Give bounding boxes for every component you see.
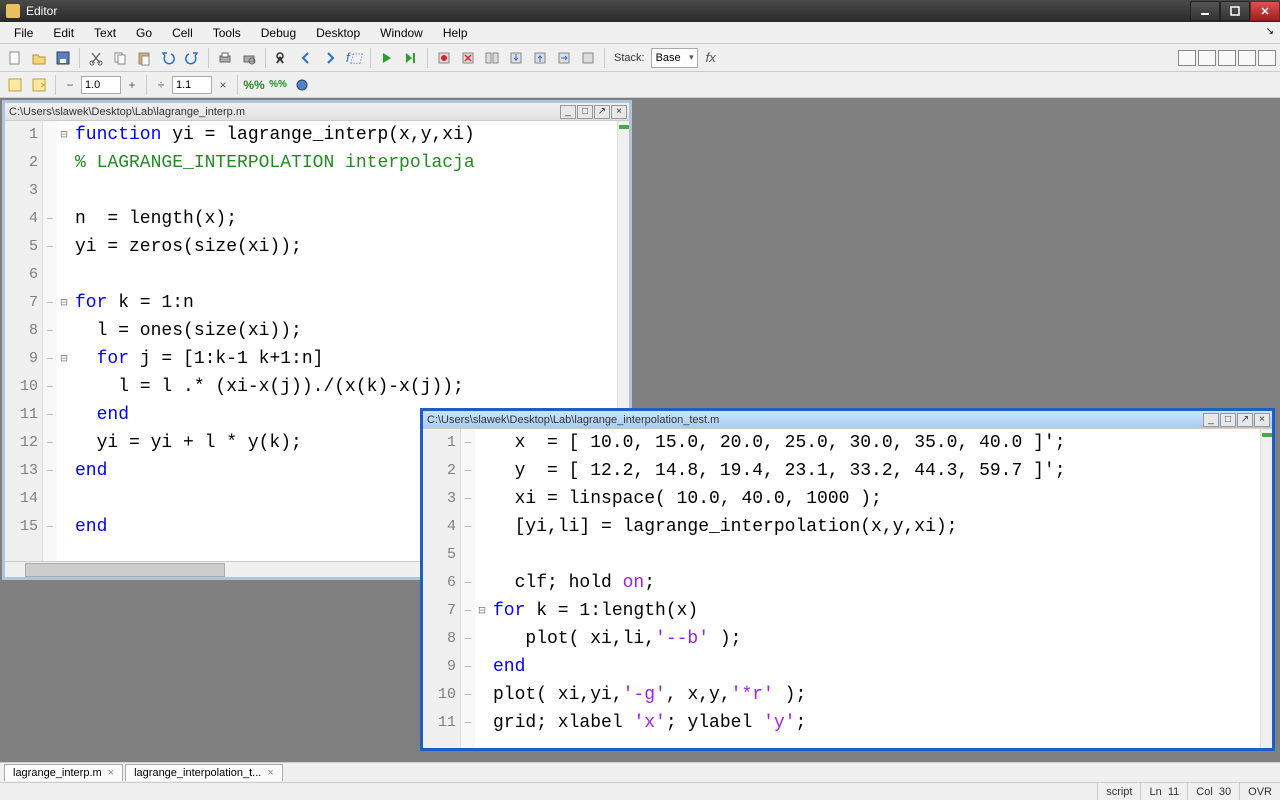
copy-icon[interactable] [109, 47, 131, 69]
menu-more-icon[interactable]: ↘ [1266, 26, 1274, 37]
status-col: Col 30 [1187, 783, 1239, 800]
continue-icon[interactable] [553, 47, 575, 69]
eval-advance-icon[interactable] [28, 74, 50, 96]
stack-label: Stack: [614, 52, 645, 64]
save-icon[interactable] [52, 47, 74, 69]
tab-1[interactable]: lagrange_interp.m× [4, 764, 123, 781]
status-line: Ln 11 [1140, 783, 1187, 800]
editor-1-titlebar[interactable]: C:\Users\slawek\Desktop\Lab\lagrange_int… [5, 103, 629, 121]
menu-debug[interactable]: Debug [251, 23, 306, 43]
run-advance-icon[interactable] [400, 47, 422, 69]
menu-help[interactable]: Help [433, 23, 478, 43]
main-toolbar: f⬚ Stack: Base fx [0, 44, 1280, 72]
menu-file[interactable]: File [4, 23, 43, 43]
menu-window[interactable]: Window [370, 23, 433, 43]
step-out-icon[interactable] [529, 47, 551, 69]
function-icon[interactable]: f⬚ [343, 47, 365, 69]
editor-window-2[interactable]: C:\Users\slawek\Desktop\Lab\lagrange_int… [420, 408, 1275, 751]
layout-2-icon[interactable] [1198, 50, 1216, 66]
mdi-area: C:\Users\slawek\Desktop\Lab\lagrange_int… [0, 98, 1280, 778]
find-icon[interactable] [271, 47, 293, 69]
multiply-icon[interactable]: × [214, 76, 232, 94]
open-file-icon[interactable] [28, 47, 50, 69]
child1-undock-icon[interactable]: ↗ [594, 105, 610, 119]
clear-breakpoint-icon[interactable] [457, 47, 479, 69]
cell-insert-icon[interactable]: %% [243, 74, 265, 96]
window-title: Editor [26, 4, 1190, 18]
layout-5-icon[interactable] [1258, 50, 1276, 66]
step-in-icon[interactable] [505, 47, 527, 69]
status-type: script [1097, 783, 1140, 800]
paste-icon[interactable] [133, 47, 155, 69]
menu-text[interactable]: Text [84, 23, 126, 43]
child1-close-icon[interactable]: × [611, 105, 627, 119]
layout-4-icon[interactable] [1238, 50, 1256, 66]
cell-insert2-icon[interactable]: %% [267, 74, 289, 96]
cell-toolbar: − + ÷ × %% %% [0, 72, 1280, 98]
increment-value-2[interactable] [172, 76, 212, 94]
new-file-icon[interactable] [4, 47, 26, 69]
layout-1-icon[interactable] [1178, 50, 1196, 66]
back-icon[interactable] [295, 47, 317, 69]
minimize-button[interactable] [1190, 1, 1220, 21]
fx-icon[interactable]: fx [706, 50, 716, 65]
menu-cell[interactable]: Cell [162, 23, 203, 43]
divide-icon[interactable]: ÷ [152, 76, 170, 94]
title-bar: Editor [0, 0, 1280, 22]
increment-value-1[interactable] [81, 76, 121, 94]
decrement-icon[interactable]: − [61, 76, 79, 94]
child1-max-icon[interactable]: □ [577, 105, 593, 119]
child2-undock-icon[interactable]: ↗ [1237, 413, 1253, 427]
editor-2-body[interactable]: 1234567891011 –––––––––– ⊟ x = [ 10.0, 1… [423, 429, 1272, 748]
print-preview-icon[interactable] [238, 47, 260, 69]
run-icon[interactable] [376, 47, 398, 69]
step-icon[interactable] [481, 47, 503, 69]
app-icon [6, 4, 20, 18]
child1-min-icon[interactable]: _ [560, 105, 576, 119]
tab-1-close-icon[interactable]: × [108, 767, 114, 779]
forward-icon[interactable] [319, 47, 341, 69]
tab-2-close-icon[interactable]: × [267, 767, 273, 779]
exit-debug-icon[interactable] [577, 47, 599, 69]
print-icon[interactable] [214, 47, 236, 69]
show-functions-icon[interactable] [291, 74, 313, 96]
redo-icon[interactable] [181, 47, 203, 69]
child2-max-icon[interactable]: □ [1220, 413, 1236, 427]
increment-icon[interactable]: + [123, 76, 141, 94]
layout-3-icon[interactable] [1218, 50, 1236, 66]
menu-go[interactable]: Go [126, 23, 162, 43]
cut-icon[interactable] [85, 47, 107, 69]
document-tabs: lagrange_interp.m× lagrange_interpolatio… [0, 762, 1280, 782]
status-ovr[interactable]: OVR [1239, 783, 1280, 800]
undo-icon[interactable] [157, 47, 179, 69]
editor-2-titlebar[interactable]: C:\Users\slawek\Desktop\Lab\lagrange_int… [423, 411, 1272, 429]
stack-combo[interactable]: Base [651, 48, 698, 68]
editor-2-pagestrip[interactable] [1260, 429, 1272, 748]
eval-cell-icon[interactable] [4, 74, 26, 96]
maximize-button[interactable] [1220, 1, 1250, 21]
tab-2[interactable]: lagrange_interpolation_t...× [125, 764, 283, 781]
set-breakpoint-icon[interactable] [433, 47, 455, 69]
menu-desktop[interactable]: Desktop [306, 23, 370, 43]
menu-edit[interactable]: Edit [43, 23, 84, 43]
status-bar: script Ln 11 Col 30 OVR [0, 782, 1280, 800]
child2-min-icon[interactable]: _ [1203, 413, 1219, 427]
close-button[interactable] [1250, 1, 1280, 21]
menu-tools[interactable]: Tools [203, 23, 251, 43]
menu-bar: File Edit Text Go Cell Tools Debug Deskt… [0, 22, 1280, 44]
child2-close-icon[interactable]: × [1254, 413, 1270, 427]
